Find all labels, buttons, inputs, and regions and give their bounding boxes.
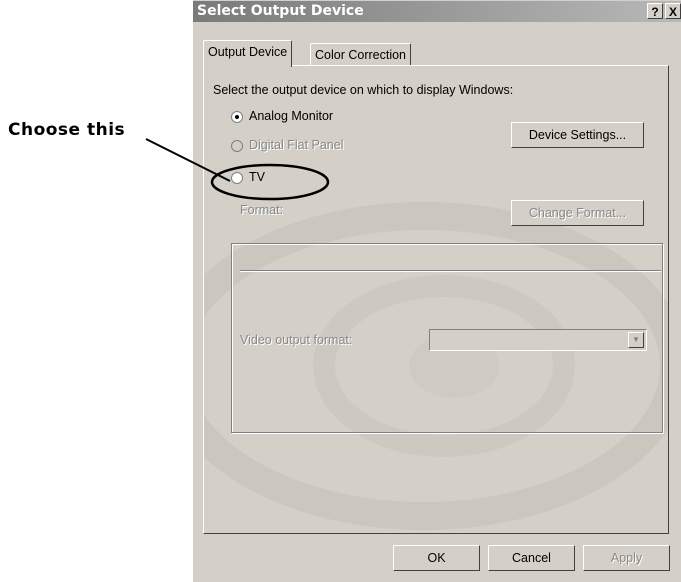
tv-label[interactable]: TV (249, 170, 268, 184)
video-output-format-label: Video output format: (240, 333, 353, 347)
cancel-button[interactable]: Cancel (488, 545, 575, 571)
ok-button[interactable]: OK (393, 545, 480, 571)
tab-color-correction[interactable]: Color Correction (310, 43, 412, 65)
tab-output-device[interactable]: Output Device (203, 40, 293, 67)
digital-flat-panel-label[interactable]: Digital Flat Panel (249, 138, 344, 152)
select-output-device-dialog: Select Output Device ? X Output Device C… (192, 0, 681, 582)
window-title: Select Output Device (197, 3, 364, 19)
annotation-label: Choose this (8, 120, 126, 140)
close-button[interactable]: X (665, 3, 681, 19)
group-separator (240, 270, 661, 272)
digital-flat-panel-radio[interactable] (231, 140, 243, 152)
video-output-format-select[interactable]: ▼ (429, 329, 647, 351)
tv-radio[interactable] (231, 172, 243, 184)
title-bar[interactable]: Select Output Device ? X (193, 1, 681, 22)
instruction-text: Select the output device on which to dis… (213, 83, 514, 97)
format-label: Format: (240, 203, 284, 217)
device-settings-button[interactable]: Device Settings... (511, 122, 644, 148)
analog-monitor-label[interactable]: Analog Monitor (249, 109, 333, 123)
output-device-panel: Select the output device on which to dis… (203, 65, 669, 534)
help-button[interactable]: ? (647, 3, 663, 19)
analog-monitor-radio[interactable] (231, 111, 243, 123)
chevron-down-icon[interactable]: ▼ (628, 332, 644, 348)
apply-button[interactable]: Apply (583, 545, 670, 571)
change-format-button[interactable]: Change Format... (511, 200, 644, 226)
